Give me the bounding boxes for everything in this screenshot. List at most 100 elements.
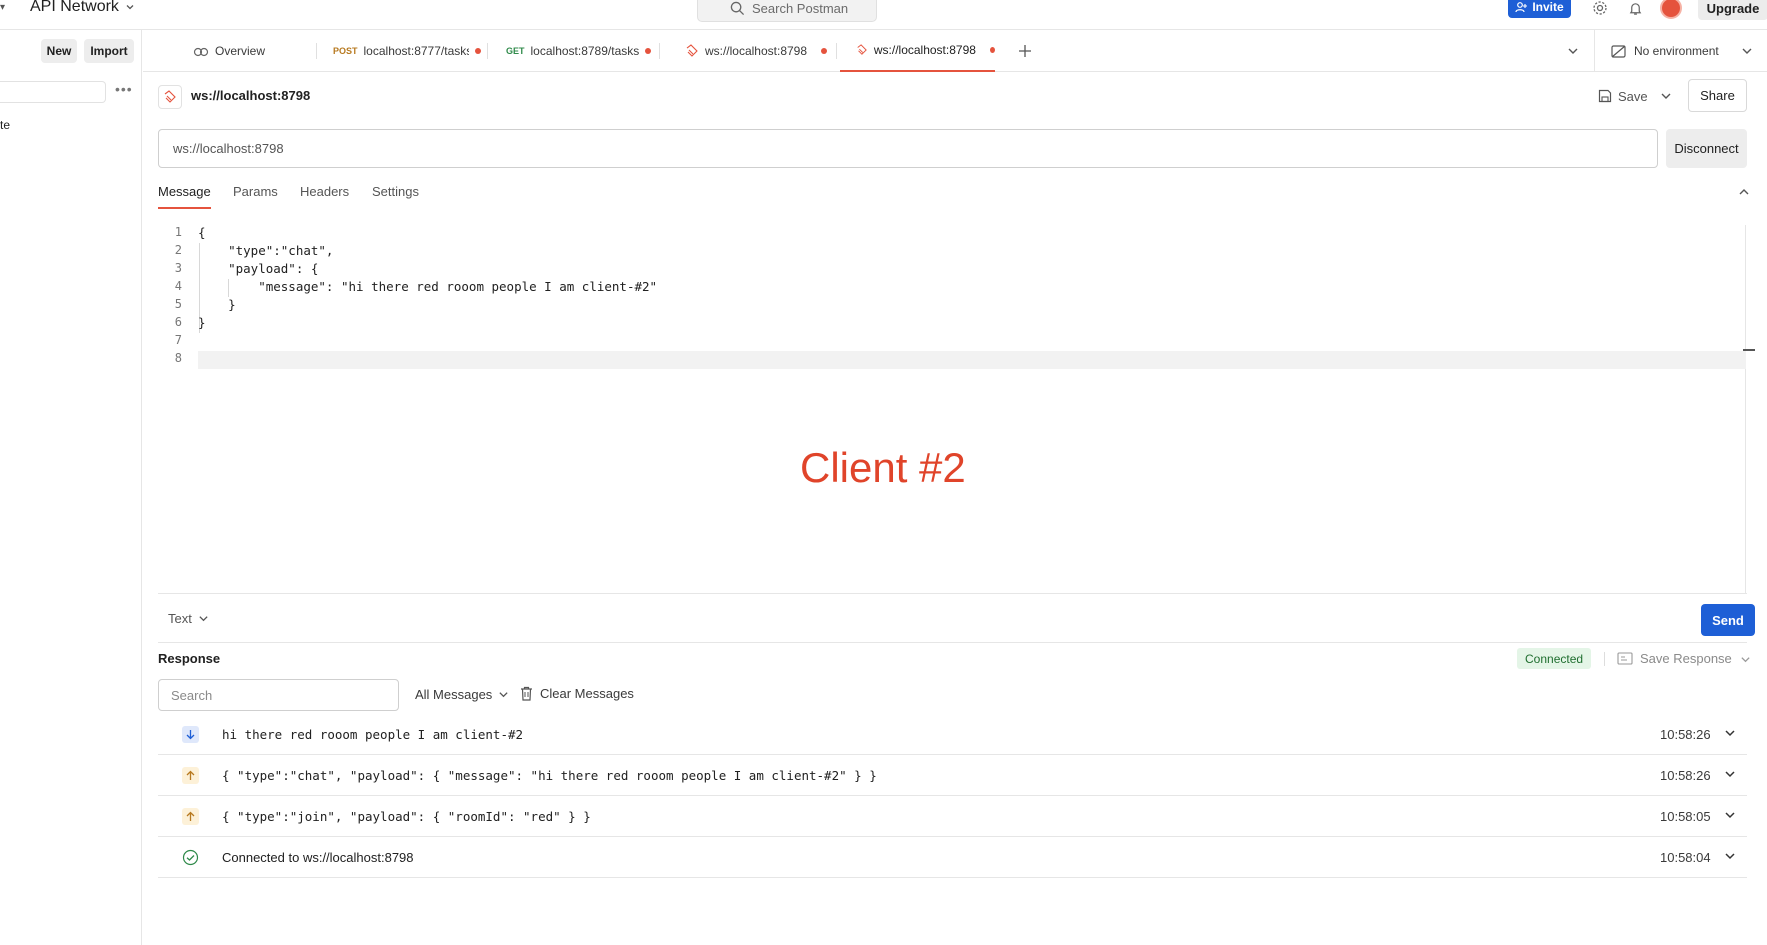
avatar[interactable] [1660,0,1682,19]
chevron-down-icon [1725,853,1735,860]
tab-websocket-2[interactable]: ws://localhost:8798 [840,30,995,72]
notifications-button[interactable] [1625,0,1645,18]
top-bar: ▾ API Network Search Postman Invite Upgr… [0,0,1767,30]
global-search[interactable]: Search Postman [697,0,877,22]
unsaved-dot [989,47,995,53]
gear-icon [1593,1,1607,15]
message-editor[interactable]: 1 { 2 "type":"chat", 3 "payload": { 4 "m… [158,225,1746,593]
new-tab-button[interactable] [1013,30,1037,72]
tab-divider [316,43,317,59]
disconnect-label: Disconnect [1674,141,1739,156]
collapse-button[interactable] [1738,186,1750,201]
arrow-up-icon [182,808,199,825]
new-label: New [46,44,72,58]
import-button[interactable]: Import [84,39,134,63]
save-response-options[interactable] [1740,653,1751,668]
expand-button[interactable] [1724,727,1736,742]
chevron-down-icon [1725,812,1735,819]
workspace-switcher[interactable]: API Network [30,0,135,16]
save-options-button[interactable] [1656,85,1676,107]
no-environment-icon [1611,44,1626,58]
message-text: { "type":"chat", "payload": { "message":… [222,768,877,783]
message-row[interactable]: Connected to ws://localhost:8798 10:58:0… [158,837,1747,878]
current-line-highlight [198,351,1746,369]
message-time: 10:58:05 [1660,809,1711,824]
tab-overview[interactable]: Overview [193,30,313,72]
message-format-select[interactable]: Text [168,611,209,626]
share-label: Share [1700,88,1735,103]
overview-icon [193,47,209,57]
invite-button[interactable]: Invite [1508,0,1571,18]
request-name[interactable]: ws://localhost:8798 [191,88,310,103]
chevron-down-icon[interactable]: ▾ [0,2,5,13]
message-text: Connected to ws://localhost:8798 [222,850,414,865]
share-button[interactable]: Share [1688,79,1747,112]
line-number: 7 [174,333,182,347]
line-number: 5 [174,297,182,311]
websocket-icon [686,44,698,57]
message-filter-select[interactable]: All Messages [415,687,509,702]
message-row[interactable]: hi there red rooom people I am client-#2… [158,714,1747,755]
message-row[interactable]: { "type":"chat", "payload": { "message":… [158,755,1747,796]
trash-icon [521,686,532,701]
import-label: Import [90,44,128,58]
tab-params[interactable]: Params [233,184,278,207]
save-response-icon [1617,652,1633,665]
sidebar-item[interactable]: te [0,118,10,132]
clear-messages-button[interactable]: Clear Messages [520,686,634,701]
more-options-icon[interactable]: ••• [115,81,133,97]
request-tabs: Overview POST localhost:8777/tasks GET l… [143,30,1767,72]
message-time: 10:58:26 [1660,727,1711,742]
expand-button[interactable] [1724,809,1736,824]
new-button[interactable]: New [41,39,77,63]
search-icon [730,1,745,16]
tab-headers[interactable]: Headers [300,184,349,207]
message-time: 10:58:26 [1660,768,1711,783]
method-badge: GET [506,46,525,56]
tabs-overflow-button[interactable] [1563,30,1583,72]
settings-button[interactable] [1590,0,1610,18]
chevron-up-icon [1739,189,1749,195]
expand-button[interactable] [1724,768,1736,783]
unsaved-dot [821,48,827,54]
tab-divider [487,43,488,59]
response-search-input[interactable]: Search [158,679,399,711]
upgrade-button[interactable]: Upgrade [1698,0,1767,20]
url-input[interactable]: ws://localhost:8798 [158,129,1658,168]
line-number: 2 [174,243,182,257]
code-line: { [198,225,206,240]
save-button[interactable]: Save [1598,85,1648,107]
tab-settings[interactable]: Settings [372,184,419,207]
tab-websocket-1[interactable]: ws://localhost:8798 [685,30,827,72]
tab-get-request[interactable]: GET localhost:8789/tasks [506,30,656,72]
request-type-icon [158,85,182,109]
sidebar-search-input[interactable] [0,81,106,103]
message-text: hi there red rooom people I am client-#2 [222,727,524,742]
code-line: "payload": { [198,261,319,276]
editor-footer: Text Send [158,593,1755,643]
scrollbar-marker [1743,349,1755,351]
status-badge: Connected [1517,648,1592,669]
environment-selector[interactable]: No environment [1594,30,1767,72]
status-label: Connected [1525,651,1584,666]
send-label: Send [1712,612,1744,628]
arrow-down-icon [182,726,199,743]
format-label: Text [168,611,192,626]
plus-icon [1019,45,1031,57]
line-number: 3 [174,261,182,275]
message-row[interactable]: { "type":"join", "payload": { "roomId": … [158,796,1747,837]
send-button[interactable]: Send [1701,604,1755,636]
chevron-down-icon [1741,657,1750,663]
expand-button[interactable] [1724,850,1736,865]
chevron-down-icon [1725,730,1735,737]
tab-post-request[interactable]: POST localhost:8777/tasks [333,30,481,72]
url-value: ws://localhost:8798 [173,141,284,156]
disconnect-button[interactable]: Disconnect [1666,129,1747,168]
line-number: 6 [174,315,182,329]
tab-divider [836,43,837,59]
code-line: } [198,315,206,330]
tab-message[interactable]: Message [158,184,211,209]
tab-label: ws://localhost:8798 [704,44,808,58]
chevron-down-icon [499,692,508,698]
save-response-button[interactable]: Save Response [1617,651,1732,666]
